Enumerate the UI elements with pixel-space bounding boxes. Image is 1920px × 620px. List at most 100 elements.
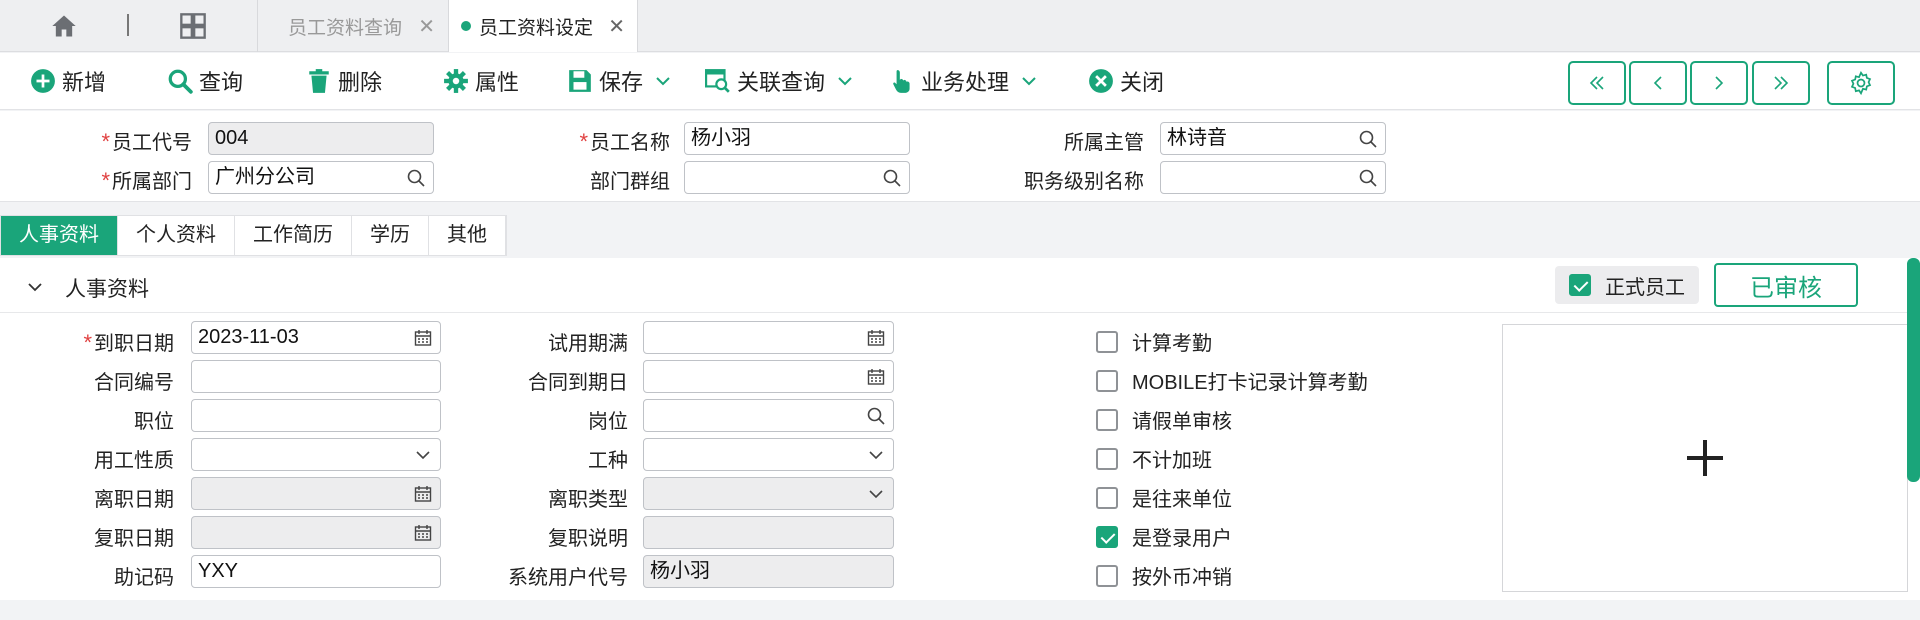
query-button[interactable]: 查询 bbox=[167, 63, 243, 99]
chevron-down-icon[interactable] bbox=[1021, 73, 1037, 89]
checkbox[interactable] bbox=[1096, 525, 1118, 548]
emp-name-field[interactable]: 杨小羽 bbox=[684, 122, 910, 155]
search-icon[interactable] bbox=[883, 169, 901, 187]
checkbox[interactable] bbox=[1096, 447, 1118, 470]
add-button[interactable]: 新增 bbox=[30, 63, 106, 99]
photo-upload[interactable] bbox=[1502, 324, 1908, 592]
job-level-field[interactable] bbox=[1160, 161, 1386, 194]
close-circle-icon bbox=[1089, 69, 1113, 93]
work-type-select[interactable] bbox=[643, 438, 894, 471]
employment-type-label: 用工性质 bbox=[94, 450, 174, 472]
tab-employee-query[interactable]: 员工资料查询 ✕ bbox=[257, 0, 447, 52]
chevron-down-icon[interactable] bbox=[414, 446, 432, 464]
check-label: MOBILE打卡记录计算考勤 bbox=[1132, 372, 1368, 394]
check-foreign-currency[interactable]: 按外币冲销 bbox=[1096, 561, 1232, 590]
rejoin-note-field[interactable] bbox=[643, 516, 894, 549]
chevron-down-icon[interactable] bbox=[867, 446, 885, 464]
section-title: 人事资料 bbox=[65, 278, 149, 301]
dept-group-label: 部门群组 bbox=[590, 171, 670, 193]
manager-field[interactable]: 林诗音 bbox=[1160, 122, 1386, 155]
status-badge: 已审核 bbox=[1714, 263, 1858, 307]
leave-type-label: 离职类型 bbox=[548, 489, 628, 511]
probation-field[interactable] bbox=[643, 321, 894, 354]
tab-education[interactable]: 学历 bbox=[352, 216, 429, 255]
check-login-user[interactable]: 是登录用户 bbox=[1096, 522, 1232, 551]
search-icon[interactable] bbox=[1359, 130, 1377, 148]
scrollbar[interactable] bbox=[1907, 258, 1920, 482]
delete-button[interactable]: 删除 bbox=[306, 63, 382, 99]
search-icon[interactable] bbox=[867, 407, 885, 425]
close-icon[interactable]: ✕ bbox=[608, 14, 625, 39]
active-dot-icon bbox=[461, 21, 471, 31]
check-mobile-attendance[interactable]: MOBILE打卡记录计算考勤 bbox=[1096, 366, 1368, 395]
home-icon[interactable] bbox=[50, 12, 78, 40]
checkbox[interactable] bbox=[1096, 330, 1118, 353]
save-button[interactable]: 保存 bbox=[567, 63, 671, 99]
settings-button[interactable] bbox=[1827, 61, 1895, 105]
prev-record-button[interactable] bbox=[1629, 61, 1687, 105]
grid-menu-icon[interactable] bbox=[179, 12, 207, 40]
leave-date-field[interactable] bbox=[191, 477, 441, 510]
check-no-overtime[interactable]: 不计加班 bbox=[1096, 444, 1212, 473]
last-record-button[interactable] bbox=[1752, 61, 1810, 105]
dept-field[interactable]: 广州分公司 bbox=[208, 161, 434, 194]
chevron-down-icon[interactable] bbox=[837, 73, 853, 89]
formal-employee-checkbox[interactable] bbox=[1569, 274, 1591, 296]
post-field[interactable] bbox=[643, 399, 894, 432]
search-icon[interactable] bbox=[1359, 169, 1377, 187]
emp-code-value: 004 bbox=[215, 127, 249, 149]
check-leave-approval[interactable]: 请假单审核 bbox=[1096, 405, 1232, 434]
calendar-icon[interactable] bbox=[414, 485, 432, 503]
hire-date-field[interactable]: 2023-11-03 bbox=[191, 321, 441, 354]
dept-group-field[interactable] bbox=[684, 161, 910, 194]
business-button[interactable]: 业务处理 bbox=[889, 63, 1037, 99]
check-label: 不计加班 bbox=[1132, 450, 1212, 472]
job-level-label: 职务级别名称 bbox=[1024, 171, 1144, 193]
chevron-down-icon[interactable] bbox=[26, 278, 44, 296]
check-counterparty[interactable]: 是往来单位 bbox=[1096, 483, 1232, 512]
tab-personal[interactable]: 个人资料 bbox=[118, 216, 235, 255]
calendar-icon[interactable] bbox=[414, 524, 432, 542]
properties-button[interactable]: 属性 bbox=[443, 63, 519, 99]
search-icon[interactable] bbox=[407, 169, 425, 187]
mnemonic-field[interactable]: YXY bbox=[191, 555, 441, 588]
rejoin-date-field[interactable] bbox=[191, 516, 441, 549]
emp-name-label: 员工名称 bbox=[590, 132, 670, 154]
close-button[interactable]: 关闭 bbox=[1088, 63, 1164, 99]
checkbox[interactable] bbox=[1096, 486, 1118, 509]
checkbox[interactable] bbox=[1096, 369, 1118, 392]
calendar-icon[interactable] bbox=[414, 329, 432, 347]
tab-personnel[interactable]: 人事资料 bbox=[1, 216, 118, 255]
linked-query-button[interactable]: 关联查询 bbox=[705, 63, 853, 99]
tab-employee-setup[interactable]: 员工资料设定 ✕ bbox=[448, 0, 638, 52]
contract-due-field[interactable] bbox=[643, 360, 894, 393]
checkbox[interactable] bbox=[1096, 408, 1118, 431]
scrollbar-thumb[interactable] bbox=[1907, 258, 1920, 482]
double-chevron-right-icon bbox=[1774, 76, 1789, 90]
employment-type-select[interactable] bbox=[191, 438, 441, 471]
position-label: 职位 bbox=[134, 411, 174, 433]
hire-date-value: 2023-11-03 bbox=[198, 326, 299, 348]
check-attendance[interactable]: 计算考勤 bbox=[1096, 327, 1212, 356]
close-icon[interactable]: ✕ bbox=[418, 14, 435, 39]
contract-no-field[interactable] bbox=[191, 360, 441, 393]
linked-search-icon bbox=[705, 69, 730, 93]
first-record-button[interactable] bbox=[1568, 61, 1626, 105]
emp-code-label-wrap: * 员工代号 bbox=[92, 126, 192, 155]
leave-type-select[interactable] bbox=[643, 477, 894, 510]
checkbox[interactable] bbox=[1096, 564, 1118, 587]
formal-employee-toggle[interactable]: 正式员工 bbox=[1555, 266, 1699, 304]
rejoin-note-label: 复职说明 bbox=[548, 528, 628, 550]
check-label: 是往来单位 bbox=[1132, 489, 1232, 511]
calendar-icon[interactable] bbox=[867, 368, 885, 386]
sys-user-field[interactable]: 杨小羽 bbox=[643, 555, 894, 588]
tab-work-history[interactable]: 工作简历 bbox=[235, 216, 352, 255]
check-label: 按外币冲销 bbox=[1132, 567, 1232, 589]
chevron-down-icon[interactable] bbox=[867, 485, 885, 503]
next-record-button[interactable] bbox=[1690, 61, 1748, 105]
tab-other[interactable]: 其他 bbox=[429, 216, 506, 255]
position-field[interactable] bbox=[191, 399, 441, 432]
emp-code-field[interactable]: 004 bbox=[208, 122, 434, 155]
calendar-icon[interactable] bbox=[867, 329, 885, 347]
chevron-down-icon[interactable] bbox=[655, 73, 671, 89]
